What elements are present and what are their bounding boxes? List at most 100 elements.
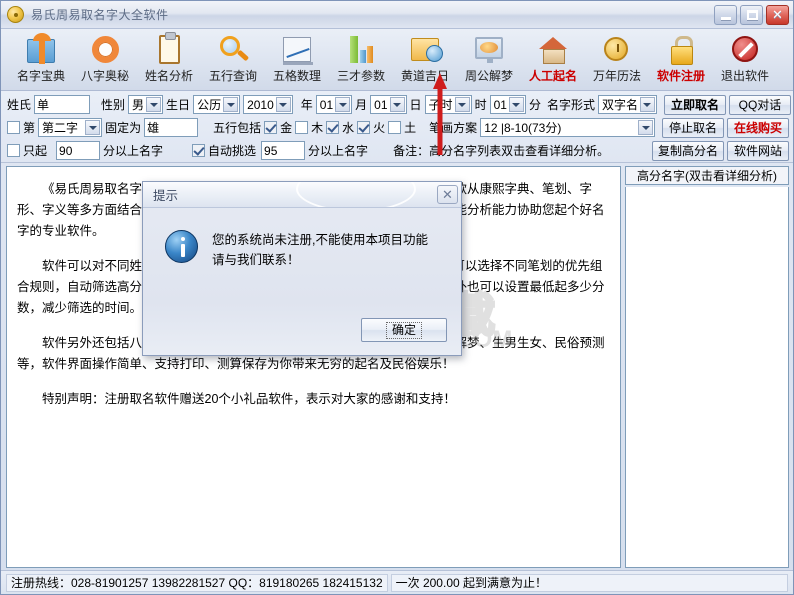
toolbar-item-xingming-fenxi[interactable]: 姓名分析 <box>137 31 201 89</box>
toolbar-item-huangdao-jiri[interactable]: 黄道吉日 <box>393 31 457 89</box>
dialog-footer: 确定 <box>143 311 461 355</box>
copy-high-score-button[interactable]: 复制高分名 <box>652 140 724 161</box>
birthday-label: 生日 <box>166 98 191 112</box>
software-site-button[interactable]: 软件网站 <box>727 140 789 161</box>
dialog-title: 提示 <box>153 189 179 203</box>
maximize-button[interactable] <box>740 4 763 25</box>
only-score-input[interactable] <box>56 141 101 160</box>
stroke-select[interactable]: 12 |8-10(73分) <box>480 118 655 137</box>
online-buy-button[interactable]: 在线购买 <box>727 117 789 138</box>
auto-pick-label: 自动挑选 <box>208 144 257 158</box>
toolbar-item-rengong-qiming[interactable]: 人工起名 <box>521 31 585 89</box>
stroke-value: 12 |8-10(73分) <box>484 121 562 135</box>
only-score-label: 只起 <box>23 144 48 158</box>
clipboard-icon <box>152 32 186 66</box>
form-row-1: 姓氏 性别 男 生日 公历 2010 年 01 月 01 <box>7 93 791 116</box>
month-unit-label: 月 <box>355 98 368 112</box>
toolbar-label: 五格数理 <box>272 69 321 83</box>
toolbar-label: 三才参数 <box>336 69 385 83</box>
chevron-down-icon <box>639 97 655 112</box>
toolbar-item-bazi[interactable]: 八字奥秘 <box>73 31 137 89</box>
main-toolbar: 名字宝典 八字奥秘 姓名分析 五行查询 五格数理 三才参数 黄道吉日 周公解梦 … <box>1 29 793 91</box>
toolbar-item-mingzibaodian[interactable]: 名字宝典 <box>9 31 73 89</box>
magnifier-icon <box>216 33 250 66</box>
dialog-body: 您的系统尚未注册,不能使用本项目功能 请与我们联系！ <box>143 208 461 311</box>
window-title: 易氏周易取名字大全软件 <box>31 8 169 22</box>
wuxing-checkbox-huo[interactable] <box>357 121 371 134</box>
hour-select[interactable]: 子时 <box>424 95 472 114</box>
month-select[interactable]: 01 <box>315 95 353 114</box>
wuxing-checkbox-mu[interactable] <box>295 121 309 134</box>
stop-name-button[interactable]: 停止取名 <box>662 117 724 138</box>
toolbar-item-tuichu[interactable]: 退出软件 <box>713 31 777 89</box>
dialog-ok-button[interactable]: 确定 <box>361 318 447 342</box>
wuxing-checkbox-tu[interactable] <box>388 121 402 134</box>
year-select[interactable]: 2010 <box>243 95 293 114</box>
close-icon: ✕ <box>442 186 453 202</box>
chevron-down-icon <box>223 97 239 112</box>
high-score-list[interactable] <box>625 187 789 568</box>
nameform-select[interactable]: 双字名 <box>597 95 657 114</box>
fix-position-select[interactable]: 第二字 <box>38 118 103 137</box>
day-value: 01 <box>374 97 388 112</box>
toolbar-item-sancai-canshu[interactable]: 三才参数 <box>329 31 393 89</box>
monitor-icon <box>472 33 506 66</box>
fix-mid-label: 固定为 <box>105 121 142 135</box>
decorative-swirl <box>296 182 416 207</box>
gift-icon <box>24 33 58 66</box>
lifering-icon <box>88 33 122 66</box>
chevron-down-icon <box>508 97 524 112</box>
toolbar-item-zhougong-jiemeng[interactable]: 周公解梦 <box>457 31 521 89</box>
chevron-down-icon <box>275 97 291 112</box>
toolbar-label: 周公解梦 <box>464 69 513 83</box>
minute-value: 01 <box>493 97 507 112</box>
dialog-ok-label: 确定 <box>385 321 422 339</box>
wuxing-checkbox-jin[interactable] <box>264 121 278 134</box>
wuxing-label-tu: 土 <box>404 121 417 135</box>
name-now-button[interactable]: 立即取名 <box>663 94 726 115</box>
high-score-header: 高分名字(双击看详细分析) <box>625 166 789 185</box>
calendar-clock-icon <box>408 33 443 66</box>
day-select[interactable]: 01 <box>370 95 407 114</box>
note-text: 备注：高分名字列表双击查看详细分析。 <box>393 144 610 158</box>
minimize-button[interactable] <box>714 4 737 25</box>
only-score-checkbox[interactable] <box>7 144 20 157</box>
wuxing-label-shui: 水 <box>342 121 355 135</box>
fix-position-checkbox[interactable] <box>7 121 20 134</box>
chevron-down-icon <box>454 97 470 112</box>
toolbar-item-wuxing-chaxun[interactable]: 五行查询 <box>201 31 265 89</box>
year-value: 2010 <box>247 97 274 112</box>
minute-unit-label: 分 <box>528 98 541 112</box>
wuxing-checkbox-shui[interactable] <box>326 121 340 134</box>
hour-unit-label: 时 <box>474 98 487 112</box>
chevron-down-icon <box>146 97 162 112</box>
dialog-title-bar: 提示 ✕ <box>143 182 461 208</box>
status-bar: 注册热线：028-81901257 13982281527 QQ：8191802… <box>1 570 793 594</box>
surname-input[interactable] <box>34 95 91 114</box>
dialog-close-button[interactable]: ✕ <box>437 185 458 204</box>
form-row-2: 第 第二字 固定为 五行包括 金 木 水 火 土 笔画方案 12 |8-10(7… <box>7 116 789 139</box>
dialog-message: 您的系统尚未注册,不能使用本项目功能 请与我们联系！ <box>212 230 428 270</box>
fix-char-input[interactable] <box>144 118 199 137</box>
toolbar-item-ruanjian-zhuce[interactable]: 软件注册 <box>649 31 713 89</box>
fix-position-value: 第二字 <box>42 121 79 135</box>
disc-icon <box>7 6 24 23</box>
month-value: 01 <box>319 97 334 112</box>
close-icon: ✕ <box>772 6 783 22</box>
auto-pick-input[interactable] <box>261 141 306 160</box>
minute-select[interactable]: 01 <box>489 95 526 114</box>
qq-chat-button[interactable]: QQ对话 <box>728 94 791 115</box>
auto-pick-checkbox[interactable] <box>192 144 206 157</box>
wuxing-label: 五行包括 <box>213 121 262 135</box>
close-button[interactable]: ✕ <box>766 4 789 25</box>
dialog-message-line2: 请与我们联系！ <box>212 253 300 267</box>
nameform-value: 双字名 <box>601 98 638 112</box>
info-icon <box>165 230 198 263</box>
toolbar-item-wuge-shuli[interactable]: 五格数理 <box>265 31 329 89</box>
toolbar-item-wannian-lifa[interactable]: 万年历法 <box>585 31 649 89</box>
auto-pick-suffix: 分以上名字 <box>308 144 369 158</box>
calendar-select[interactable]: 公历 <box>193 95 241 114</box>
surname-label: 姓氏 <box>7 98 32 112</box>
chart-grid-icon <box>280 33 314 66</box>
gender-select[interactable]: 男 <box>128 95 164 114</box>
